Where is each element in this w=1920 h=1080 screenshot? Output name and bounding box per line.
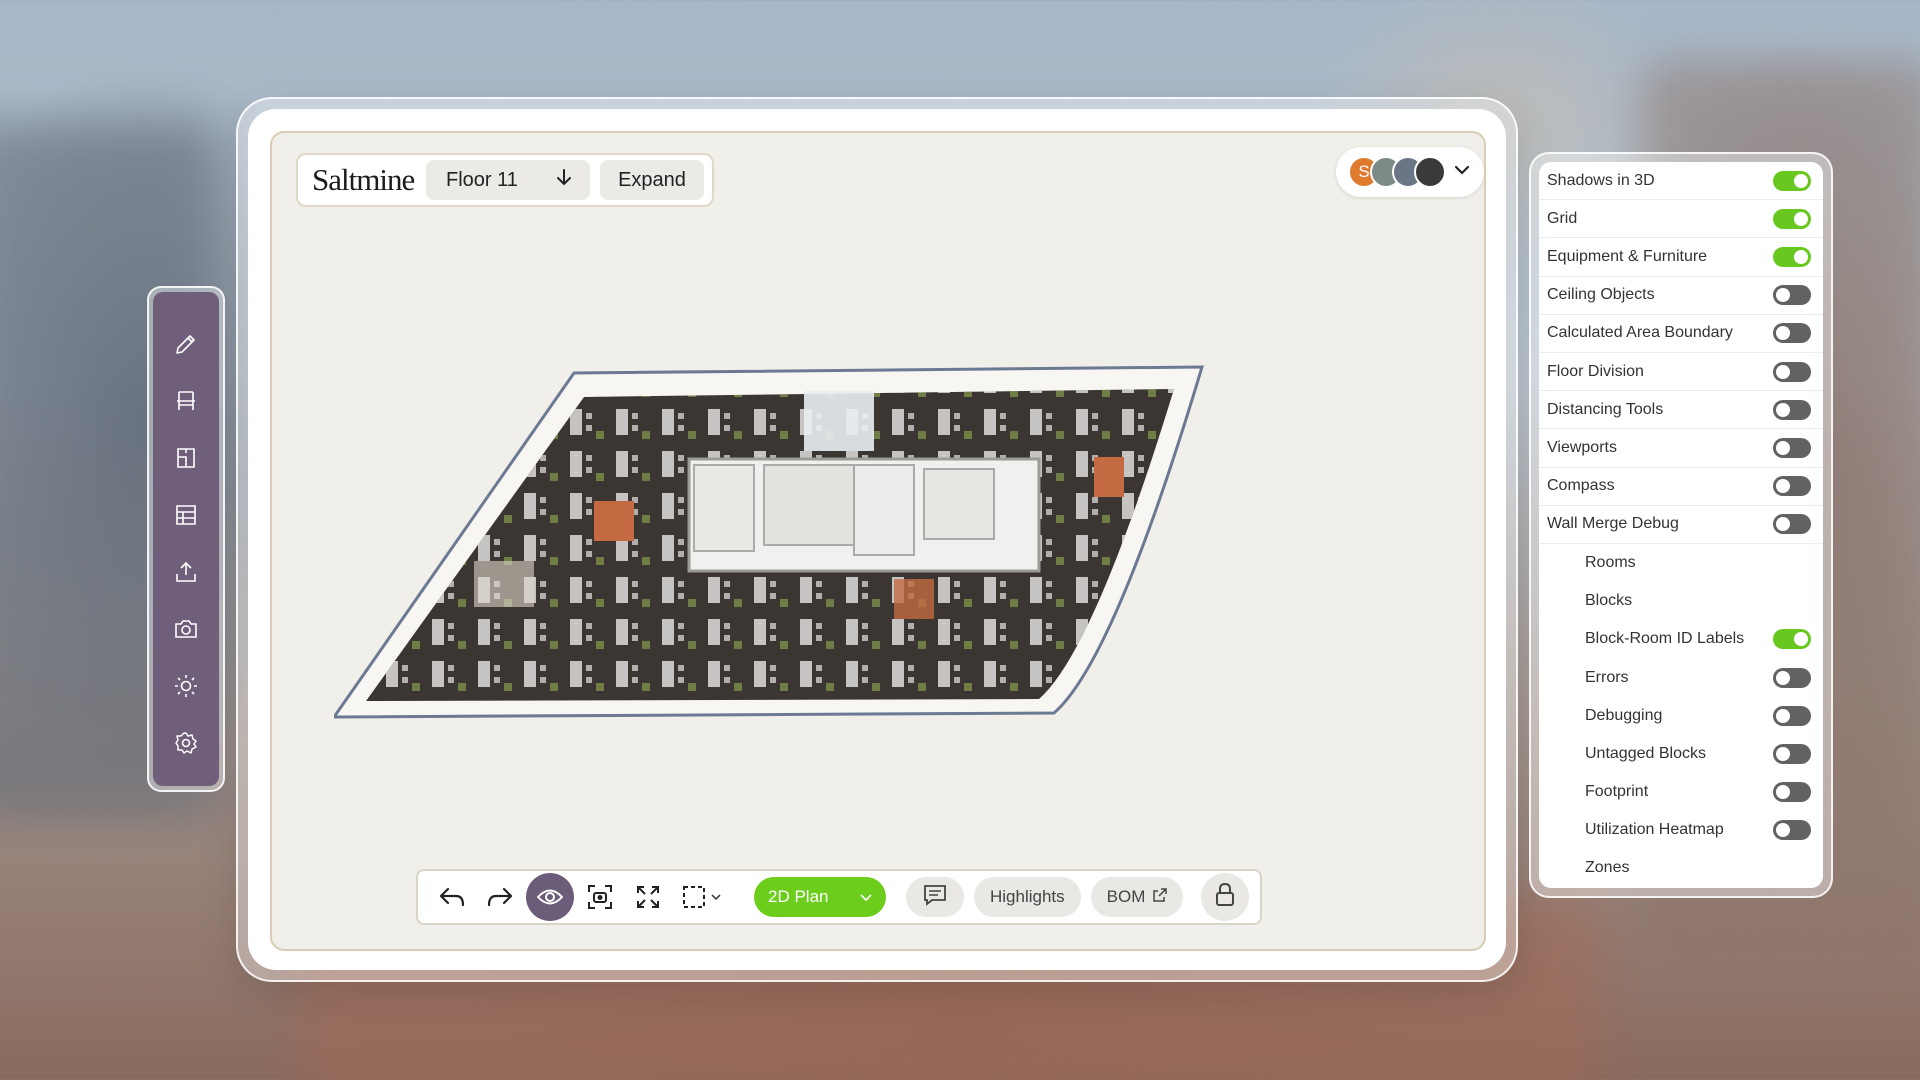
comment-icon: [923, 884, 947, 911]
fullscreen-icon[interactable]: [626, 875, 670, 919]
external-link-icon: [1153, 887, 1168, 907]
layer-toggle[interactable]: [1773, 514, 1811, 535]
view-mode-label: 2D Plan: [768, 887, 829, 906]
main-window-inner: Saltmine Floor 11 Expand S 2D Plan Highl…: [248, 109, 1506, 970]
layer-label: Calculated Area Boundary: [1547, 324, 1733, 342]
layer-label: Shadows in 3D: [1547, 171, 1655, 189]
camera-icon[interactable]: [164, 607, 208, 651]
layer-label: Floor Division: [1547, 362, 1644, 380]
sun-icon[interactable]: [164, 664, 208, 708]
selection-icon[interactable]: [674, 875, 730, 919]
layer-row[interactable]: Viewports: [1539, 429, 1823, 468]
pencil-icon[interactable]: [164, 322, 208, 366]
layer-label: Grid: [1547, 209, 1578, 227]
layer-toggle[interactable]: [1773, 246, 1811, 267]
lock-button[interactable]: [1201, 873, 1250, 921]
collaborators-menu[interactable]: S: [1336, 147, 1484, 197]
highlights-label: Highlights: [990, 887, 1065, 906]
layer-row[interactable]: Errors: [1539, 658, 1823, 696]
eye-icon[interactable]: [526, 873, 574, 921]
tool-rail: [147, 286, 225, 792]
layer-row[interactable]: Rooms: [1539, 544, 1823, 582]
layer-label: Rooms: [1585, 553, 1636, 571]
layer-row[interactable]: Grid: [1539, 200, 1823, 239]
floor-label: Floor 11: [446, 168, 518, 191]
chevron-down-icon: [1454, 163, 1470, 181]
bom-label: BOM: [1106, 887, 1146, 906]
layer-toggle[interactable]: [1773, 782, 1811, 803]
highlights-button[interactable]: Highlights: [974, 877, 1081, 917]
arrow-down-icon: [556, 168, 572, 192]
layer-row[interactable]: Blocks: [1539, 582, 1823, 620]
layer-label: Footprint: [1585, 783, 1649, 801]
layer-toggle[interactable]: [1773, 399, 1811, 420]
layer-toggle[interactable]: [1773, 629, 1811, 650]
brand-logo: Saltmine: [312, 162, 415, 197]
bottom-toolbar: 2D Plan Highlights BOM: [416, 869, 1262, 925]
layer-label: Wall Merge Debug: [1547, 515, 1679, 533]
layer-toggle[interactable]: [1773, 285, 1811, 306]
layer-label: Debugging: [1585, 706, 1663, 724]
layer-label: Ceiling Objects: [1547, 286, 1655, 304]
layer-label: Viewports: [1547, 438, 1617, 456]
gear-icon[interactable]: [164, 721, 208, 765]
layer-label: Zones: [1585, 859, 1630, 877]
layer-row[interactable]: Floor Division: [1539, 353, 1823, 392]
project-header: Saltmine Floor 11 Expand: [296, 153, 714, 207]
layer-toggle[interactable]: [1773, 667, 1811, 688]
layer-label: Blocks: [1585, 592, 1633, 610]
layer-toggle[interactable]: [1773, 170, 1811, 191]
layer-label: Errors: [1585, 668, 1629, 686]
layers-panel: Shadows in 3D Grid Equipment & Furniture Ce…: [1529, 152, 1833, 898]
document-icon[interactable]: [164, 436, 208, 480]
avatar: [1414, 156, 1446, 188]
lock-icon: [1215, 882, 1235, 912]
tool-rail-inner: [153, 292, 219, 786]
layer-row[interactable]: Zones: [1539, 849, 1823, 887]
layers-list: Shadows in 3D Grid Equipment & Furniture Ce…: [1539, 162, 1823, 888]
layer-label: Block-Room ID Labels: [1585, 630, 1745, 648]
comment-button[interactable]: [906, 877, 964, 917]
layer-label: Equipment & Furniture: [1547, 247, 1708, 265]
layer-toggle[interactable]: [1773, 437, 1811, 458]
layer-toggle[interactable]: [1773, 476, 1811, 497]
bom-button[interactable]: BOM: [1090, 877, 1184, 917]
chair-icon[interactable]: [164, 379, 208, 423]
layer-row[interactable]: Utilization Heatmap: [1539, 811, 1823, 849]
layer-toggle[interactable]: [1773, 743, 1811, 764]
layer-label: Compass: [1547, 477, 1615, 495]
screenshot-icon[interactable]: [578, 875, 622, 919]
layer-label: Distancing Tools: [1547, 400, 1664, 418]
layer-row[interactable]: Footprint: [1539, 773, 1823, 811]
plan-canvas[interactable]: Saltmine Floor 11 Expand S 2D Plan Highl…: [270, 131, 1486, 951]
layer-row[interactable]: Equipment & Furniture: [1539, 238, 1823, 277]
layer-toggle[interactable]: [1773, 705, 1811, 726]
layer-row[interactable]: Calculated Area Boundary: [1539, 315, 1823, 353]
layer-row[interactable]: Wall Merge Debug: [1539, 506, 1823, 544]
floor-plan[interactable]: [334, 361, 1384, 731]
chevron-down-icon: [860, 887, 872, 907]
layer-toggle[interactable]: [1773, 323, 1811, 344]
layer-row[interactable]: Shadows in 3D: [1539, 162, 1823, 201]
table-icon[interactable]: [164, 493, 208, 537]
layer-label: Untagged Blocks: [1585, 744, 1706, 762]
layer-row[interactable]: Compass: [1539, 468, 1823, 506]
layer-row[interactable]: Ceiling Objects: [1539, 277, 1823, 315]
layer-toggle[interactable]: [1773, 361, 1811, 382]
undo-icon[interactable]: [430, 875, 474, 919]
layer-row[interactable]: Distancing Tools: [1539, 391, 1823, 430]
expand-button[interactable]: Expand: [600, 160, 704, 200]
layer-toggle[interactable]: [1773, 820, 1811, 841]
view-mode-select[interactable]: 2D Plan: [754, 877, 886, 917]
floor-selector[interactable]: Floor 11: [426, 160, 590, 200]
layer-label: Utilization Heatmap: [1585, 821, 1724, 839]
upload-icon[interactable]: [164, 550, 208, 594]
layer-row[interactable]: Untagged Blocks: [1539, 735, 1823, 773]
layer-toggle[interactable]: [1773, 208, 1811, 229]
redo-icon[interactable]: [478, 875, 522, 919]
main-window: Saltmine Floor 11 Expand S 2D Plan Highl…: [236, 97, 1518, 982]
layer-row[interactable]: Debugging: [1539, 697, 1823, 735]
layer-row[interactable]: Block-Room ID Labels: [1539, 620, 1823, 658]
